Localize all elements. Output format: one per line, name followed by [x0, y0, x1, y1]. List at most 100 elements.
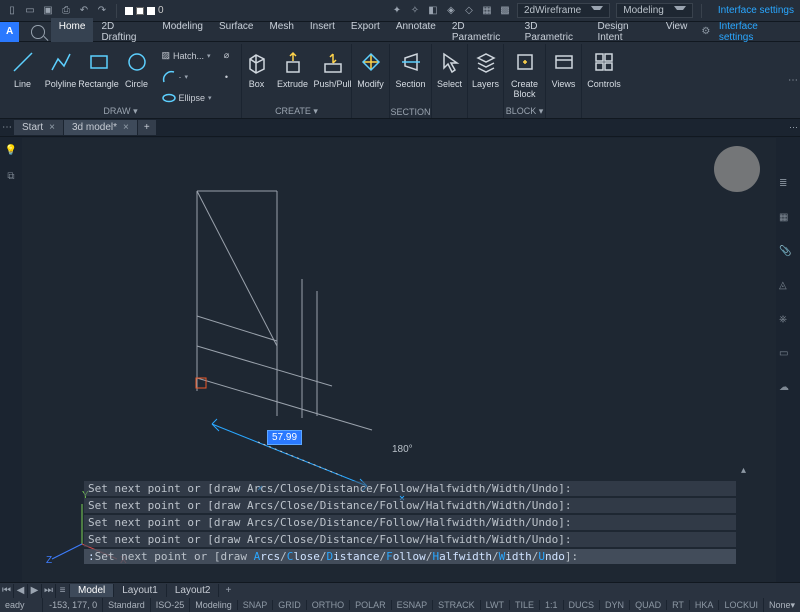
cmd-layers[interactable]: Layers — [469, 46, 503, 106]
qa-save-icon[interactable]: ▣ — [42, 5, 54, 17]
toggle-ortho[interactable]: ORTHO — [306, 600, 349, 610]
qa-tool2-icon[interactable]: ✧ — [409, 5, 421, 17]
toggle-dyn[interactable]: DYN — [599, 600, 629, 610]
toggle-1:1[interactable]: 1:1 — [539, 600, 563, 610]
toggle-strack[interactable]: STRACK — [432, 600, 480, 610]
tab-3d-model[interactable]: 3d model*× — [64, 120, 138, 135]
close-icon[interactable]: × — [49, 122, 55, 133]
left-palette: 💡 ⧉ — [0, 138, 22, 586]
status-iso[interactable]: ISO-25 — [150, 598, 190, 612]
cloud-icon[interactable]: ☁ — [779, 382, 797, 400]
panel-draw-label[interactable]: DRAW — [0, 105, 241, 118]
cmd-circle[interactable]: Circle — [120, 46, 154, 106]
toggle-ducs[interactable]: DUCS — [563, 600, 600, 610]
cmd-arc[interactable]: ·▾ — [158, 67, 214, 86]
toggle-snap[interactable]: SNAP — [237, 600, 273, 610]
cmd-polyline[interactable]: Polyline — [44, 46, 78, 106]
toggle-quad[interactable]: QUAD — [629, 600, 666, 610]
panel-block-label[interactable]: BLOCK — [504, 105, 545, 118]
tab-start[interactable]: Start× — [14, 120, 64, 135]
grid-panel-icon[interactable]: ▦ — [779, 212, 797, 230]
visual-style-combo[interactable]: 2dWireframe — [517, 3, 610, 18]
interface-settings-link[interactable]: Interface settings — [718, 5, 794, 16]
status-workspace[interactable]: Modeling — [189, 598, 237, 612]
gear-icon[interactable]: ⚙ — [701, 26, 713, 38]
qa-tool-icon[interactable]: ✦ — [391, 5, 403, 17]
balloon-icon[interactable]: ⎈ — [779, 314, 797, 332]
doc-tabs-overflow-icon[interactable]: ⋯ — [789, 122, 798, 133]
layout-prev-icon[interactable]: ◀ — [14, 584, 28, 598]
status-standard[interactable]: Standard — [102, 598, 150, 612]
ribbon-collapse-icon[interactable]: ⋯ — [786, 42, 800, 118]
panel-layers: Layers — [468, 44, 504, 118]
search-icon[interactable] — [31, 25, 45, 39]
cmd-point[interactable]: • — [218, 67, 236, 86]
right-palette: ≣ ▦ 📎 ◬ ⎈ ▭ ☁ — [776, 138, 800, 586]
doc-tabs-menu-icon[interactable]: ⋯ — [0, 122, 14, 133]
command-input[interactable]: :Set next point or [draw Arcs/Close/Dist… — [84, 549, 736, 564]
qa-tool4-icon[interactable]: ◈ — [445, 5, 457, 17]
cmd-controls[interactable]: Controls — [587, 46, 621, 106]
status-none[interactable]: None ▾ — [763, 598, 800, 612]
panel-section: Section SECTION — [390, 44, 432, 118]
cmd-views[interactable]: Views — [547, 46, 581, 106]
tab-layout1[interactable]: Layout1 — [114, 584, 167, 597]
cmd-hatch[interactable]: ▨Hatch...▾ — [158, 46, 214, 65]
bulb-icon[interactable]: 💡 — [3, 142, 19, 158]
cmd-extrude[interactable]: Extrude — [276, 46, 310, 106]
cmd-pushpull[interactable]: Push/Pull — [314, 46, 352, 106]
layout-list-icon[interactable]: ≡ — [56, 584, 70, 598]
cmd-draw-extra1[interactable]: ⌀ — [218, 46, 236, 65]
qa-new-icon[interactable]: ▯ — [6, 5, 18, 17]
qa-tool5-icon[interactable]: ◇ — [463, 5, 475, 17]
toggle-rt[interactable]: RT — [666, 600, 689, 610]
toggle-hka[interactable]: HKA — [689, 600, 719, 610]
qa-undo-icon[interactable]: ↶ — [78, 5, 90, 17]
cmd-line[interactable]: Line — [6, 46, 40, 106]
panel-icon[interactable]: ⧉ — [3, 168, 19, 184]
qa-tool3-icon[interactable]: ◧ — [427, 5, 439, 17]
tab-layout2[interactable]: Layout2 — [167, 584, 220, 597]
toggle-lwt[interactable]: LWT — [480, 600, 509, 610]
qa-open-icon[interactable]: ▭ — [24, 5, 36, 17]
qa-tool6-icon[interactable]: ▦ — [481, 5, 493, 17]
qa-print-icon[interactable]: ⎙ — [60, 5, 72, 17]
panel-modify: Modify — [352, 44, 390, 118]
panel-create-label[interactable]: CREATE — [242, 105, 351, 118]
toggle-grid[interactable]: GRID — [272, 600, 306, 610]
cmd-rectangle[interactable]: Rectangle — [82, 46, 116, 106]
cmd-section[interactable]: Section — [394, 46, 428, 106]
cmd-box[interactable]: Box — [242, 46, 272, 106]
panel-block: Create Block BLOCK — [504, 44, 546, 118]
layout-first-icon[interactable]: ⏮ — [0, 584, 14, 598]
layer-swatch[interactable]: 0 — [125, 5, 164, 16]
layout-add[interactable]: + — [219, 585, 237, 596]
drawing-canvas[interactable]: Y X Z 57.99 180° ▴ Set next point or [dr… — [22, 138, 776, 586]
toggle-tile[interactable]: TILE — [509, 600, 539, 610]
qa-redo-icon[interactable]: ↷ — [96, 5, 108, 17]
toggle-esnap[interactable]: ESNAP — [391, 600, 433, 610]
cmd-create-block[interactable]: Create Block — [508, 46, 542, 106]
cmd-select[interactable]: Select — [433, 46, 467, 106]
cmd-modify[interactable]: Modify — [354, 46, 388, 106]
notes-icon[interactable]: ▭ — [779, 348, 797, 366]
toggle-lockui[interactable]: LOCKUI — [718, 600, 763, 610]
layers-panel-icon[interactable]: ≣ — [779, 178, 797, 196]
tab-new[interactable]: + — [138, 120, 157, 135]
layout-next-icon[interactable]: ▶ — [28, 584, 42, 598]
qa-tool7-icon[interactable]: ▩ — [499, 5, 511, 17]
cmd-hist-line: Set next point or [draw Arcs/Close/Dista… — [84, 498, 736, 513]
menubar: A Home2D DraftingModelingSurfaceMeshInse… — [0, 22, 800, 42]
layout-last-icon[interactable]: ⏭ — [42, 584, 56, 598]
cmd-scroll-icon[interactable]: ▴ — [741, 465, 746, 476]
app-menu-icon[interactable]: A — [0, 22, 19, 42]
doc-tabs: ⋯ Start× 3d model*× + ⋯ — [0, 119, 800, 137]
tab-model[interactable]: Model — [70, 584, 114, 597]
cmd-hist-line: Set next point or [draw Arcs/Close/Dista… — [84, 532, 736, 547]
toggle-polar[interactable]: POLAR — [349, 600, 391, 610]
mesh-icon[interactable]: ◬ — [779, 280, 797, 298]
interface-settings-link-2[interactable]: Interface settings — [719, 21, 792, 43]
clip-icon[interactable]: 📎 — [779, 246, 797, 264]
workspace-combo[interactable]: Modeling — [616, 3, 693, 18]
close-icon[interactable]: × — [123, 122, 129, 133]
